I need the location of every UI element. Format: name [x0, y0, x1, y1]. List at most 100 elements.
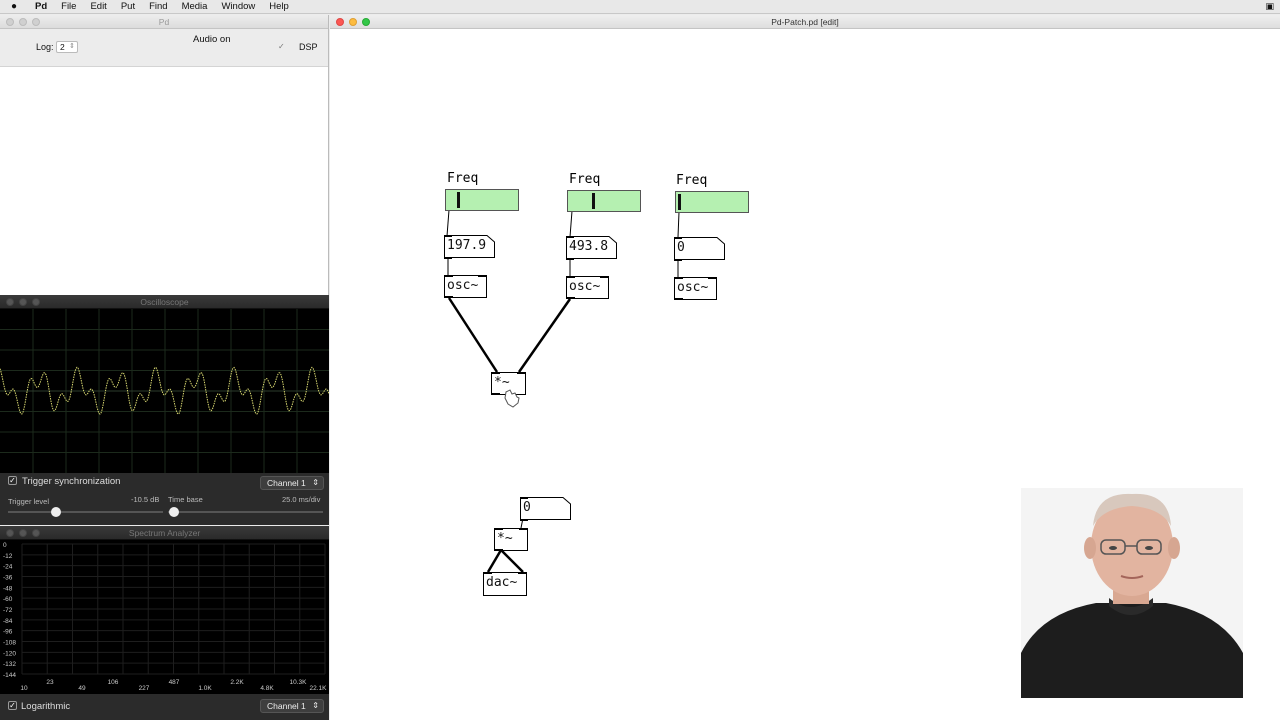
- apple-menu-icon[interactable]: ●: [0, 1, 28, 12]
- multiply-object-2-label: *~: [497, 531, 513, 546]
- db-tick-label: -72: [3, 607, 13, 614]
- freq-comment-1[interactable]: Freq: [447, 171, 478, 186]
- time-base-slider[interactable]: [169, 507, 179, 517]
- zoom-button[interactable]: [32, 529, 40, 537]
- menubar: ● Pd File Edit Put Find Media Window Hel…: [0, 0, 1280, 14]
- oscilloscope-controls: ✓ Trigger synchronization Channel 1 ⇕ Tr…: [0, 473, 329, 525]
- menu-edit[interactable]: Edit: [83, 1, 113, 12]
- spec-channel-value: Channel 1: [267, 701, 306, 711]
- connection-slider1-number1: [446, 209, 450, 237]
- dac-object-label: dac~: [486, 575, 518, 590]
- trigger-level-label: Trigger level: [8, 497, 49, 506]
- freq-tick-label: 10.3K: [290, 679, 308, 686]
- trigger-sync-label: Trigger synchronization: [22, 476, 121, 487]
- slider-handle[interactable]: [592, 193, 596, 209]
- freq-tick-label: 23: [46, 679, 54, 686]
- minimize-button[interactable]: [19, 529, 27, 537]
- spectrum-titlebar: Spectrum Analyzer: [0, 526, 329, 540]
- oscilloscope-window: Oscilloscope ✓ Trigger synchronization C…: [0, 295, 329, 525]
- dsp-checkbox[interactable]: ✓: [278, 42, 285, 51]
- close-button[interactable]: [6, 18, 14, 26]
- freq-slider-2[interactable]: [567, 190, 641, 212]
- spectrum-display: 0 -12 -24 -36 -48 -60 -72 -84 -96 -108 -120 -132 -14…: [3, 542, 328, 692]
- freq-comment-3[interactable]: Freq: [676, 173, 707, 188]
- oscilloscope-titlebar: Oscilloscope: [0, 295, 329, 309]
- window-restore-icon[interactable]: ▣: [1265, 1, 1274, 12]
- pd-console: [0, 68, 328, 295]
- trigger-sync-checkbox[interactable]: ✓: [8, 476, 17, 485]
- osc-object-3-label: osc~: [677, 280, 709, 295]
- time-base-value: 25.0 ms/div: [282, 495, 321, 504]
- time-base-label: Time base: [168, 495, 203, 504]
- number-box-3[interactable]: 0: [674, 238, 685, 258]
- menu-find[interactable]: Find: [142, 1, 174, 12]
- db-tick-label: -12: [3, 553, 13, 560]
- log-level-value: 2: [60, 42, 65, 52]
- multiply-object-1-label: *~: [494, 375, 510, 390]
- minimize-button[interactable]: [19, 298, 27, 306]
- slider-handle[interactable]: [456, 192, 460, 208]
- stepper-icon: ⇕: [69, 43, 75, 50]
- close-button[interactable]: [6, 298, 14, 306]
- osc-object-1[interactable]: osc~: [444, 275, 487, 298]
- freq-comment-2[interactable]: Freq: [569, 172, 600, 187]
- pd-titlebar: Pd: [0, 15, 328, 29]
- freq-slider-3[interactable]: [675, 191, 749, 213]
- pd-toolbar: Log: 2 ⇕ Audio on ✓ DSP: [0, 29, 328, 67]
- freq-tick-label: 106: [108, 679, 119, 686]
- number-box-4[interactable]: 0: [520, 498, 531, 518]
- dac-object[interactable]: dac~: [483, 572, 527, 596]
- number-box-1[interactable]: 197.9: [444, 236, 486, 256]
- number-box-2[interactable]: 493.8: [566, 237, 608, 257]
- osc-object-3[interactable]: osc~: [674, 277, 717, 300]
- oscilloscope-title: Oscilloscope: [140, 297, 189, 307]
- freq-tick-label: 22.1K: [310, 685, 328, 692]
- slider-handle[interactable]: [678, 194, 681, 210]
- db-tick-label: -144: [3, 672, 16, 679]
- zoom-button[interactable]: [32, 298, 40, 306]
- freq-slider-1[interactable]: [445, 189, 519, 211]
- osc-channel-value: Channel 1: [267, 478, 306, 488]
- freq-tick-label: 487: [169, 679, 180, 686]
- minimize-button[interactable]: [19, 18, 27, 26]
- chevron-updown-icon: ⇕: [312, 701, 319, 710]
- spec-channel-select[interactable]: Channel 1 ⇕: [260, 699, 324, 713]
- connection-mul2-dac-left: [486, 549, 503, 573]
- db-tick-label: -84: [3, 618, 13, 625]
- freq-tick-label: 4.8K: [260, 685, 274, 692]
- log-label: Log:: [36, 42, 54, 52]
- connection-slider3-number3: [677, 211, 680, 238]
- freq-tick-label: 10: [20, 685, 28, 692]
- logarithmic-checkbox[interactable]: ✓: [8, 701, 17, 710]
- db-tick-label: -24: [3, 564, 13, 571]
- log-level-select[interactable]: 2 ⇕: [56, 41, 78, 53]
- db-tick-label: -36: [3, 575, 13, 582]
- db-tick-label: -96: [3, 629, 13, 636]
- menu-window[interactable]: Window: [214, 1, 262, 12]
- osc-object-2[interactable]: osc~: [566, 276, 609, 299]
- pd-window-title: Pd: [158, 17, 170, 27]
- menu-file[interactable]: File: [54, 1, 83, 12]
- osc-object-2-label: osc~: [569, 279, 601, 294]
- menu-media[interactable]: Media: [175, 1, 215, 12]
- osc-channel-select[interactable]: Channel 1 ⇕: [260, 476, 324, 490]
- menu-app[interactable]: Pd: [28, 1, 54, 12]
- close-button[interactable]: [6, 529, 14, 537]
- zoom-button[interactable]: [32, 18, 40, 26]
- menu-help[interactable]: Help: [262, 1, 296, 12]
- db-tick-label: -108: [3, 640, 16, 647]
- pd-main-window: Pd Log: 2 ⇕ Audio on ✓ DSP: [0, 15, 329, 295]
- chevron-updown-icon: ⇕: [312, 478, 319, 487]
- oscilloscope-display: [0, 309, 329, 473]
- db-tick-label: -60: [3, 596, 13, 603]
- freq-tick-label: 227: [139, 685, 150, 692]
- menu-put[interactable]: Put: [114, 1, 142, 12]
- connection-mul2-dac-right: [500, 549, 524, 573]
- db-tick-label: -132: [3, 661, 16, 668]
- trigger-level-slider[interactable]: [51, 507, 61, 517]
- webcam-overlay: [1021, 488, 1243, 698]
- connection-slider2-number2: [569, 210, 573, 238]
- multiply-object-2[interactable]: *~: [494, 528, 528, 551]
- spectrum-title: Spectrum Analyzer: [128, 528, 201, 538]
- db-tick-label: -48: [3, 585, 13, 592]
